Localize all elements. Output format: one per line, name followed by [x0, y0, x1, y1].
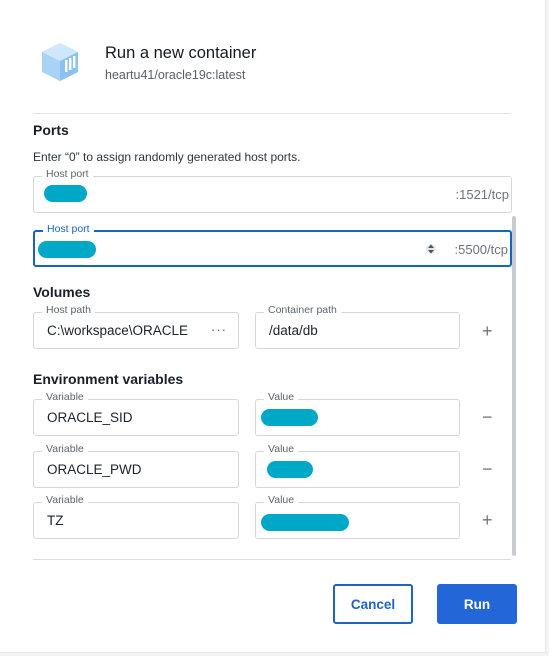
host-path-field[interactable]: Host path C:\workspace\ORACLE ··· — [33, 304, 239, 349]
env-section-title: Environment variables — [33, 371, 184, 387]
port-suffix: :5500/tcp — [454, 242, 509, 257]
value-label: Value — [264, 391, 299, 403]
settings-scroll-area: Ports Enter “0” to assign randomly gener… — [33, 114, 513, 559]
host-port-label: Host port — [42, 168, 93, 180]
env-value-field[interactable]: Value — [255, 443, 460, 488]
add-volume-icon[interactable]: + — [482, 322, 493, 340]
redacted-value — [38, 241, 96, 258]
env-variable-field[interactable]: Variable TZ — [33, 494, 239, 539]
browse-dots-icon[interactable]: ··· — [211, 322, 227, 337]
env-variable-field[interactable]: Variable ORACLE_PWD — [33, 443, 239, 488]
env-value-field[interactable]: Value — [255, 494, 460, 539]
container-path-label: Container path — [264, 304, 341, 316]
env-variable-field[interactable]: Variable ORACLE_SID — [33, 391, 239, 436]
host-path-label: Host path — [42, 304, 95, 316]
variable-label: Variable — [42, 443, 88, 455]
variable-value: ORACLE_SID — [47, 410, 133, 425]
ports-section-title: Ports — [33, 122, 69, 138]
volumes-section-title: Volumes — [33, 284, 91, 300]
value-label: Value — [264, 443, 299, 455]
variable-label: Variable — [42, 494, 88, 506]
run-container-dialog: Run a new container heartu41/oracle19c:l… — [0, 0, 546, 653]
env-value-field[interactable]: Value — [255, 391, 460, 436]
host-port-field-1521[interactable]: Host port :1521/tcp — [33, 168, 512, 213]
number-spinner-icon[interactable] — [426, 242, 436, 256]
container-path-field[interactable]: Container path /data/db — [255, 304, 460, 349]
redacted-value — [261, 409, 318, 426]
image-name: heartu41/oracle19c:latest — [105, 68, 246, 82]
variable-value: TZ — [47, 513, 64, 528]
host-port-label: Host port — [43, 223, 94, 235]
remove-env-icon[interactable]: − — [482, 408, 493, 426]
run-button[interactable]: Run — [437, 584, 517, 624]
redacted-value — [44, 185, 87, 202]
scrollbar[interactable] — [512, 216, 516, 556]
redacted-value — [261, 514, 349, 531]
cancel-button[interactable]: Cancel — [333, 584, 413, 624]
dialog-title: Run a new container — [105, 44, 257, 62]
redacted-value — [267, 461, 313, 478]
footer-divider — [33, 559, 511, 560]
host-port-field-5500[interactable]: Host port :5500/tcp — [33, 223, 512, 267]
host-path-value: C:\workspace\ORACLE — [47, 323, 189, 338]
port-suffix: :1521/tcp — [455, 187, 510, 202]
remove-env-icon[interactable]: − — [482, 460, 493, 478]
ports-hint: Enter “0” to assign randomly generated h… — [33, 150, 301, 164]
container-path-value: /data/db — [269, 323, 318, 338]
variable-value: ORACLE_PWD — [47, 462, 142, 477]
dialog-header: Run a new container heartu41/oracle19c:l… — [38, 40, 256, 84]
value-label: Value — [264, 494, 299, 506]
container-icon — [42, 43, 78, 81]
variable-label: Variable — [42, 391, 88, 403]
add-env-icon[interactable]: + — [482, 511, 493, 529]
